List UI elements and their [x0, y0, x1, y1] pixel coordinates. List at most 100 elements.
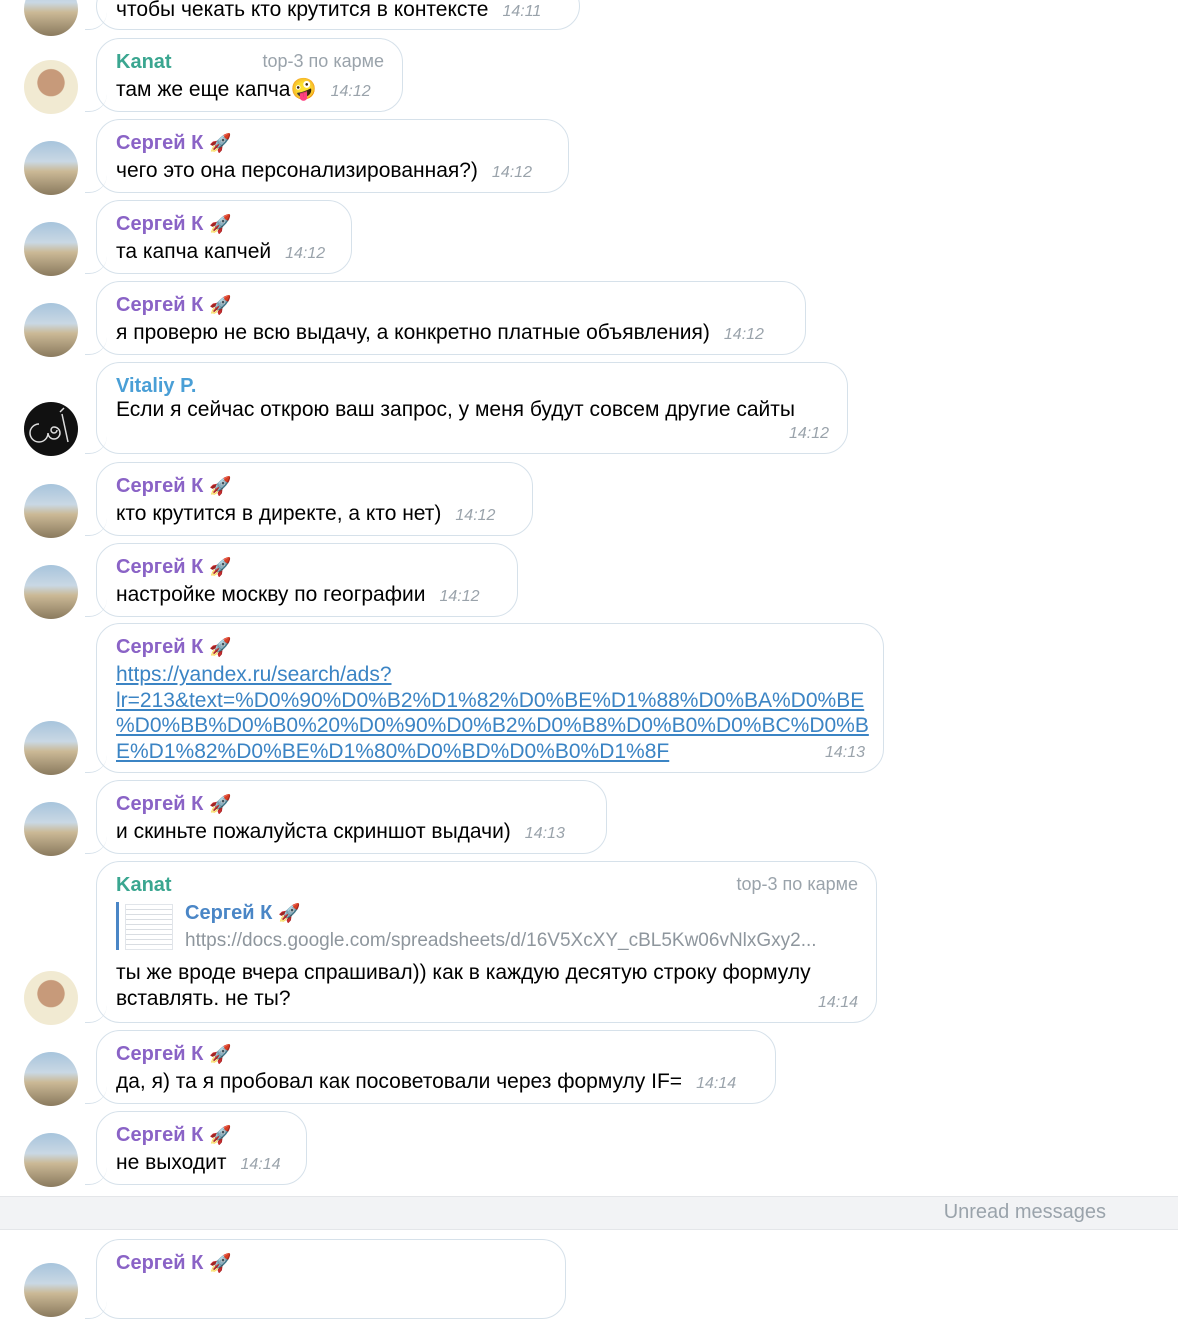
author-role-badge: top-3 по карме: [262, 51, 384, 71]
rocket-icon: 🚀: [209, 794, 232, 814]
spiral-icon: [29, 407, 69, 443]
rocket-icon: 🚀: [209, 133, 232, 153]
author-name[interactable]: Сергей К 🚀: [116, 1124, 232, 1147]
author-name[interactable]: Сергей К 🚀: [116, 294, 232, 317]
rocket-icon: 🚀: [209, 557, 232, 577]
reply-preview[interactable]: Сергей К 🚀 https://docs.google.com/spread…: [116, 902, 865, 951]
message-bubble: Сергей К 🚀 и скиньте пожалуйста скриншот …: [85, 780, 607, 854]
message-text: да, я) та я пробовал как посоветовали че…: [116, 1069, 736, 1097]
message-bubble: Сергей К 🚀 https://yandex.ru/search/ads? …: [85, 623, 884, 773]
message-text: Если я сейчас открою ваш запрос, у меня …: [116, 398, 795, 421]
author-name[interactable]: Сергей К 🚀: [116, 475, 232, 498]
message-bubble: Сергей К 🚀 кто крутится в директе, а кто …: [85, 462, 533, 536]
avatar[interactable]: [24, 303, 78, 357]
avatar[interactable]: [24, 1263, 78, 1317]
message-bubble: Сергей К 🚀 та капча капчей 14:12: [85, 200, 352, 274]
unread-messages-divider: Unread messages: [0, 1196, 1178, 1230]
rocket-icon: 🚀: [278, 903, 301, 923]
message-text: чтобы чекать кто крутится в контексте 14:…: [116, 0, 541, 25]
message-bubble: Сергей К 🚀 чего это она персонализированн…: [85, 119, 569, 193]
author-name[interactable]: Сергей К 🚀: [116, 213, 232, 236]
message-text: там же еще капча🤪 14:12: [116, 77, 371, 105]
message-time: 14:14: [240, 1156, 281, 1173]
message-text: настройке москву по географии 14:12: [116, 582, 480, 610]
rocket-icon: 🚀: [209, 637, 232, 657]
author-name[interactable]: Kanat: [116, 51, 172, 74]
message-item: Сергей К 🚀 не выходит 14:14: [0, 1111, 1178, 1187]
message-item: Сергей К 🚀 чего это она персонализированн…: [0, 119, 1178, 195]
avatar[interactable]: [24, 971, 78, 1025]
author-name[interactable]: Сергей К 🚀: [116, 793, 232, 816]
avatar[interactable]: [24, 141, 78, 195]
message-time: 14:12: [491, 164, 532, 181]
message-text: и скиньте пожалуйста скриншот выдачи) 14:…: [116, 819, 565, 847]
message-item: Сергей К 🚀 я проверю не всю выдачу, а кон…: [0, 281, 1178, 357]
avatar[interactable]: [24, 60, 78, 114]
avatar[interactable]: [24, 802, 78, 856]
message-text: кто крутится в директе, а кто нет) 14:12: [116, 501, 495, 529]
message-item: Vitaliy P. Если я сейчас открою ваш запр…: [0, 362, 1178, 456]
avatar[interactable]: [24, 565, 78, 619]
author-name[interactable]: Сергей К 🚀: [116, 556, 232, 579]
message-text: та капча капчей 14:12: [116, 239, 325, 267]
author-name[interactable]: Сергей К 🚀: [116, 1252, 232, 1275]
avatar[interactable]: [24, 721, 78, 775]
message-item: Сергей К 🚀 та капча капчей 14:12: [0, 200, 1178, 276]
rocket-icon: 🚀: [209, 214, 232, 234]
message-text: ты же вроде вчера спрашивал)) как в кажд…: [116, 961, 811, 1010]
rocket-icon: 🚀: [209, 295, 232, 315]
message-time: 14:12: [439, 588, 480, 605]
message-bubble: Kanat top-3 по карме там же еще капча🤪 14…: [85, 38, 403, 112]
spreadsheet-thumbnail: [125, 904, 173, 950]
message-time: 14:13: [824, 744, 865, 761]
message-item: Kanat top-3 по карме там же еще капча🤪 14…: [0, 38, 1178, 114]
rocket-icon: 🚀: [209, 1044, 232, 1064]
message-text: не выходит 14:14: [116, 1150, 281, 1178]
message-item: Сергей К 🚀 кто крутится в директе, а кто …: [0, 462, 1178, 538]
author-name[interactable]: Сергей К 🚀: [116, 636, 232, 659]
message-item: Сергей К 🚀 и скиньте пожалуйста скриншот …: [0, 780, 1178, 856]
message-item: Сергей К 🚀 настройке москву по географии 1…: [0, 543, 1178, 619]
message-time: 14:14: [696, 1075, 737, 1092]
message-bubble: Сергей К 🚀 не выходит 14:14: [85, 1111, 307, 1185]
message-item: Сергей К 🚀 https://yandex.ru/search/ads? …: [0, 623, 1178, 775]
message-time: 14:12: [788, 425, 829, 442]
avatar[interactable]: [24, 402, 78, 456]
rocket-icon: 🚀: [209, 476, 232, 496]
message-item: чтобы чекать кто крутится в контексте 14:…: [0, 0, 1178, 36]
message-item: Сергей К 🚀 да, я) та я пробовал как посов…: [0, 1030, 1178, 1106]
message-bubble: Сергей К 🚀: [85, 1239, 566, 1319]
message-bubble: Сергей К 🚀 настройке москву по географии 1…: [85, 543, 518, 617]
avatar[interactable]: [24, 1052, 78, 1106]
avatar[interactable]: [24, 0, 78, 36]
message-time: 14:12: [723, 326, 764, 343]
reply-text: https://docs.google.com/spreadsheets/d/1…: [185, 930, 817, 951]
reply-author: Сергей К 🚀: [185, 902, 301, 924]
message-time: 14:12: [330, 83, 371, 100]
unread-messages-label: Unread messages: [943, 1201, 1106, 1223]
message-bubble: Сергей К 🚀 да, я) та я пробовал как посов…: [85, 1030, 776, 1104]
author-name[interactable]: Сергей К 🚀: [116, 132, 232, 155]
message-time: 14:12: [455, 507, 496, 524]
message-text: я проверю не всю выдачу, а конкретно пла…: [116, 320, 764, 348]
rocket-icon: 🚀: [209, 1125, 232, 1145]
message-text: чего это она персонализированная?) 14:12: [116, 158, 532, 186]
message-time: 14:12: [285, 245, 326, 262]
message-bubble: чтобы чекать кто крутится в контексте 14:…: [85, 0, 580, 30]
message-time: 14:13: [524, 825, 565, 842]
author-role-badge: top-3 по карме: [736, 874, 858, 894]
message-time: 14:11: [502, 3, 542, 20]
avatar[interactable]: [24, 484, 78, 538]
avatar[interactable]: [24, 1133, 78, 1187]
message-bubble: Сергей К 🚀 я проверю не всю выдачу, а кон…: [85, 281, 806, 355]
avatar[interactable]: [24, 222, 78, 276]
message-item: Сергей К 🚀: [0, 1239, 1178, 1319]
message-bubble: Kanat top-3 по карме Сергей К 🚀 https://d…: [85, 861, 877, 1023]
author-name[interactable]: Vitaliy P.: [116, 375, 196, 398]
message-item: Kanat top-3 по карме Сергей К 🚀 https://d…: [0, 861, 1178, 1025]
author-name[interactable]: Kanat: [116, 874, 172, 897]
message-link[interactable]: https://yandex.ru/search/ads? lr=213&tex…: [116, 662, 869, 764]
author-name[interactable]: Сергей К 🚀: [116, 1043, 232, 1066]
rocket-icon: 🚀: [209, 1253, 232, 1273]
message-bubble: Vitaliy P. Если я сейчас открою ваш запр…: [85, 362, 848, 454]
